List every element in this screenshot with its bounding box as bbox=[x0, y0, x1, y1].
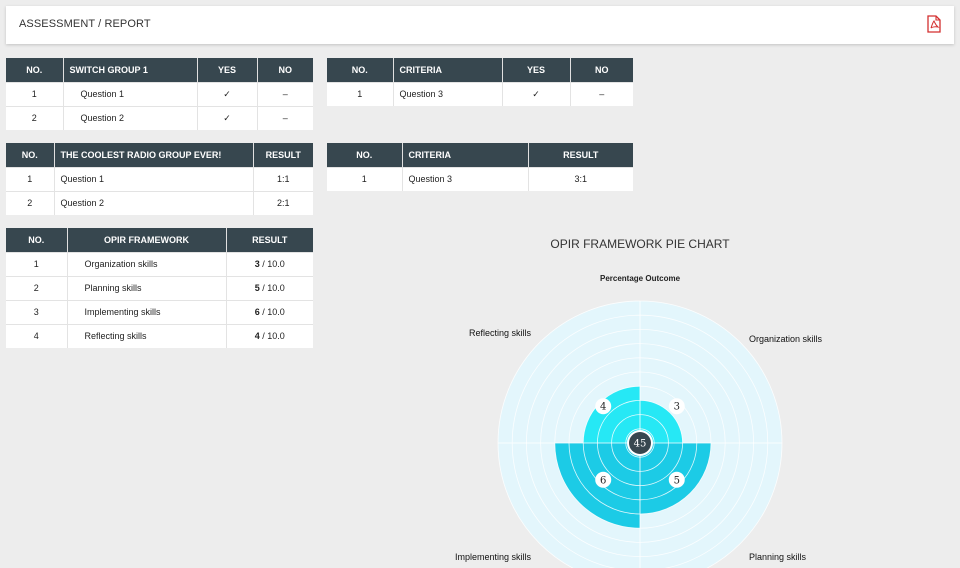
row-number: 4 bbox=[6, 323, 68, 348]
checkmark-icon: ✓ bbox=[197, 105, 258, 130]
score-max: / 10.0 bbox=[259, 259, 285, 269]
value-label: 5 bbox=[674, 475, 680, 486]
dash-cell: – bbox=[257, 105, 313, 130]
col-opir-framework: OPIR FRAMEWORK bbox=[67, 228, 227, 252]
row-number: 2 bbox=[6, 275, 68, 300]
checkmark-icon: ✓ bbox=[502, 81, 571, 106]
col-no: NO. bbox=[327, 58, 394, 82]
checkmark-icon: ✓ bbox=[197, 81, 258, 106]
col-no-answer: NO bbox=[257, 58, 313, 82]
question-cell: Question 1 bbox=[54, 166, 254, 191]
col-criteria: CRITERIA bbox=[402, 143, 529, 167]
skill-cell: Planning skills bbox=[67, 275, 227, 300]
table-row: 2 Question 2 2:1 bbox=[6, 190, 313, 215]
value-label: 3 bbox=[674, 402, 680, 413]
chart-subtitle: Percentage Outcome bbox=[600, 274, 681, 283]
score-max: / 10.0 bbox=[259, 307, 285, 317]
table-row: 2 Planning skills 5 / 10.0 bbox=[6, 275, 313, 300]
col-result: RESULT bbox=[528, 143, 633, 167]
opir-framework-table: NO. OPIR FRAMEWORK RESULT 1 Organization… bbox=[6, 228, 313, 348]
col-no: NO. bbox=[6, 143, 55, 167]
question-cell: Question 2 bbox=[63, 105, 198, 130]
table-row: 3 Implementing skills 6 / 10.0 bbox=[6, 299, 313, 324]
opir-polar-chart: Percentage Outcome 3 5 6 4 Organization ski… bbox=[455, 274, 823, 568]
col-no-answer: NO bbox=[570, 58, 633, 82]
category-label: Implementing skills bbox=[455, 552, 532, 562]
table-row: 2 Question 2 ✓ – bbox=[6, 105, 313, 130]
col-criteria: CRITERIA bbox=[393, 58, 503, 82]
value-label: 6 bbox=[600, 475, 606, 486]
skill-cell: Reflecting skills bbox=[67, 323, 227, 348]
col-result: RESULT bbox=[226, 228, 313, 252]
category-label: Planning skills bbox=[749, 552, 807, 562]
table-row: 1 Question 3 ✓ – bbox=[327, 81, 633, 106]
result-cell: 3:1 bbox=[528, 166, 633, 191]
criteria-yes-no-table: NO. CRITERIA YES NO 1 Question 3 ✓ – bbox=[327, 58, 633, 106]
question-cell: Question 1 bbox=[63, 81, 198, 106]
result-cell: 2:1 bbox=[253, 190, 313, 215]
table-row: 1 Question 3 3:1 bbox=[327, 166, 633, 191]
score-max: / 10.0 bbox=[259, 283, 285, 293]
col-no: NO. bbox=[327, 143, 403, 167]
category-label: Reflecting skills bbox=[469, 328, 532, 338]
table-row: 4 Reflecting skills 4 / 10.0 bbox=[6, 323, 313, 348]
score-cell: 6 / 10.0 bbox=[226, 299, 313, 324]
criteria-cell: Question 3 bbox=[393, 81, 503, 106]
col-radio-group: THE COOLEST RADIO GROUP EVER! bbox=[54, 143, 254, 167]
col-yes: YES bbox=[197, 58, 258, 82]
page-title: ASSESSMENT / REPORT bbox=[19, 18, 151, 30]
page-header: ASSESSMENT / REPORT bbox=[6, 6, 954, 44]
col-result: RESULT bbox=[253, 143, 313, 167]
criteria-result-table: NO. CRITERIA RESULT 1 Question 3 3:1 bbox=[327, 143, 633, 191]
row-number: 1 bbox=[6, 81, 64, 106]
row-number: 2 bbox=[6, 190, 55, 215]
score-cell: 4 / 10.0 bbox=[226, 323, 313, 348]
chart-center: 45 bbox=[627, 430, 653, 456]
table-row: 1 Organization skills 3 / 10.0 bbox=[6, 251, 313, 276]
switch-group-table: NO. SWITCH GROUP 1 YES NO 1 Question 1 ✓… bbox=[6, 58, 313, 130]
table-row: 1 Question 1 ✓ – bbox=[6, 81, 313, 106]
row-number: 1 bbox=[327, 166, 403, 191]
center-total-label: 45 bbox=[634, 439, 647, 450]
dash-cell: – bbox=[570, 81, 633, 106]
value-label: 4 bbox=[600, 402, 606, 413]
row-number: 2 bbox=[6, 105, 64, 130]
radio-group-table: NO. THE COOLEST RADIO GROUP EVER! RESULT… bbox=[6, 143, 313, 215]
skill-cell: Implementing skills bbox=[67, 299, 227, 324]
pdf-icon[interactable] bbox=[926, 15, 942, 33]
result-cell: 1:1 bbox=[253, 166, 313, 191]
table-row: 1 Question 1 1:1 bbox=[6, 166, 313, 191]
score-cell: 3 / 10.0 bbox=[226, 251, 313, 276]
category-label: Organization skills bbox=[749, 334, 823, 344]
dash-cell: – bbox=[257, 81, 313, 106]
question-cell: Question 2 bbox=[54, 190, 254, 215]
col-switch-group: SWITCH GROUP 1 bbox=[63, 58, 198, 82]
col-no: NO. bbox=[6, 228, 68, 252]
chart-title: OPIR FRAMEWORK PIE CHART bbox=[550, 237, 730, 251]
row-number: 3 bbox=[6, 299, 68, 324]
criteria-cell: Question 3 bbox=[402, 166, 529, 191]
col-yes: YES bbox=[502, 58, 571, 82]
row-number: 1 bbox=[327, 81, 394, 106]
row-number: 1 bbox=[6, 166, 55, 191]
row-number: 1 bbox=[6, 251, 68, 276]
score-max: / 10.0 bbox=[259, 331, 285, 342]
score-cell: 5 / 10.0 bbox=[226, 275, 313, 300]
skill-cell: Organization skills bbox=[67, 251, 227, 276]
col-no: NO. bbox=[6, 58, 64, 82]
